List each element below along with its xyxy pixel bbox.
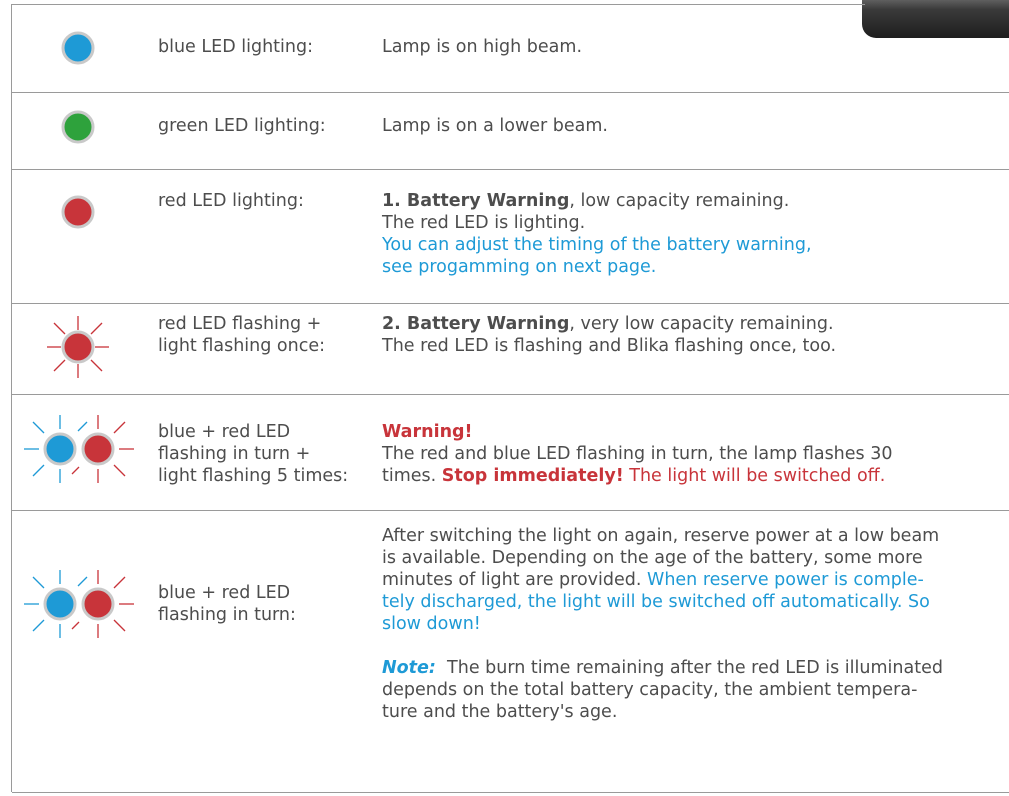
- table-row: blue + red LED flashing in turn + light …: [12, 394, 1009, 511]
- table-row: red LED flashing + light flashing once: …: [12, 303, 1009, 395]
- red-led-flashing-icon: [47, 316, 109, 378]
- table-row: green LED lighting: Lamp is on a lower b…: [12, 92, 1009, 170]
- status-label: blue LED lighting:: [158, 37, 313, 57]
- green-led-icon: [61, 110, 95, 144]
- battery-warning-2-heading: 2. Battery Warning: [382, 314, 570, 334]
- status-description: After switching the light on again, rese…: [382, 526, 943, 722]
- status-label: red LED flashing + light flashing once:: [158, 314, 326, 356]
- status-label: blue + red LED flashing in turn:: [158, 583, 296, 625]
- table-row: blue + red LED flashing in turn: After s…: [12, 510, 1009, 793]
- battery-warning-timing-note: You can adjust the timing of the battery…: [382, 235, 812, 255]
- blue-red-led-flashing-icon: [24, 415, 134, 483]
- status-label: red LED lighting:: [158, 191, 304, 211]
- red-led-icon: [61, 195, 95, 229]
- status-description: Warning! The red and blue LED flashing i…: [382, 422, 893, 486]
- led-status-table: blue LED lighting: Lamp is on high beam.…: [11, 4, 1009, 793]
- battery-warning-1-heading: 1. Battery Warning: [382, 191, 570, 211]
- table-row: red LED lighting: 1. Battery Warning, lo…: [12, 169, 1009, 304]
- blue-led-icon: [61, 31, 95, 65]
- status-description: 1. Battery Warning, low capacity remaini…: [382, 190, 1007, 278]
- blue-red-led-flashing-icon: [24, 570, 134, 638]
- stop-immediately-text: Stop immediately!: [441, 466, 624, 486]
- note-label: Note:: [382, 658, 436, 678]
- status-label: green LED lighting:: [158, 116, 326, 136]
- table-row: blue LED lighting: Lamp is on high beam.: [12, 4, 1009, 93]
- status-description: Lamp is on a lower beam.: [382, 116, 608, 136]
- status-label: blue + red LED flashing in turn + light …: [158, 422, 349, 486]
- status-description: 2. Battery Warning, very low capacity re…: [382, 314, 837, 356]
- warning-heading: Warning!: [382, 422, 473, 442]
- status-description: Lamp is on high beam.: [382, 37, 583, 57]
